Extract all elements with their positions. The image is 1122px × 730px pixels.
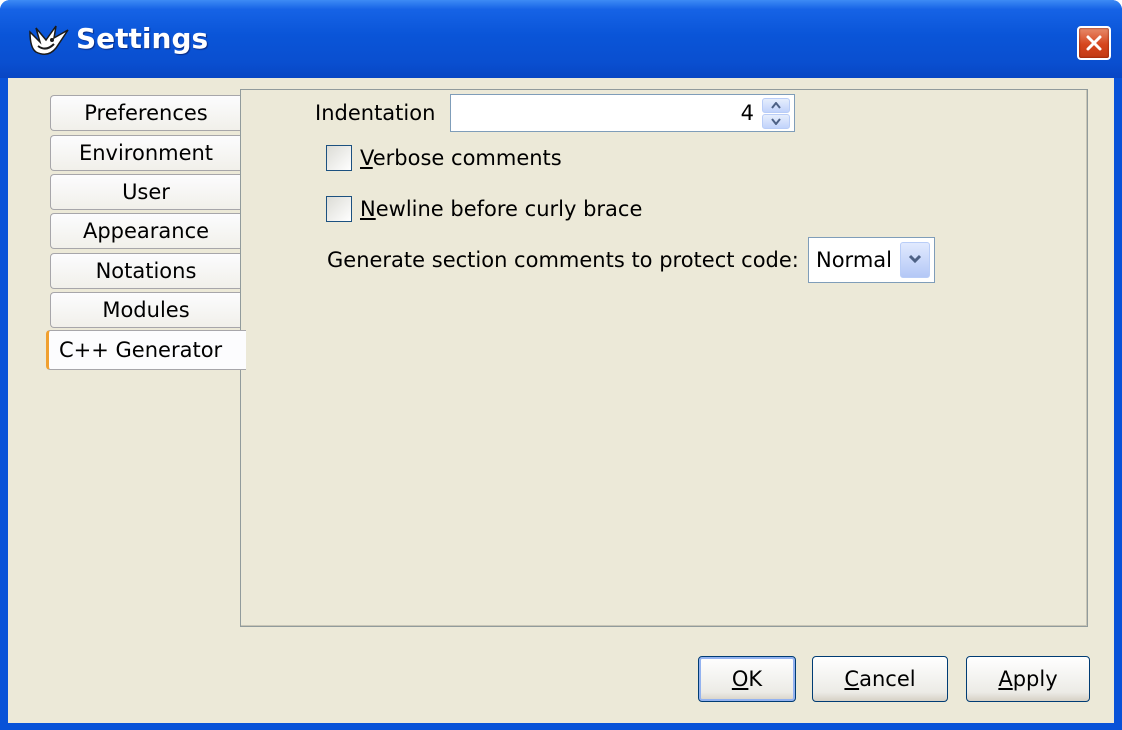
close-button[interactable] xyxy=(1077,26,1111,60)
tab-modules[interactable]: Modules xyxy=(50,292,241,328)
dropdown-button[interactable] xyxy=(900,242,930,278)
tab-label: Modules xyxy=(102,298,190,322)
tab-appearance[interactable]: Appearance xyxy=(50,213,241,249)
tab-user[interactable]: User xyxy=(50,174,241,210)
chevron-down-icon xyxy=(908,254,922,264)
section-comments-select[interactable]: Normal xyxy=(808,237,935,283)
tab-cpp-generator[interactable]: C++ Generator xyxy=(46,330,246,370)
indentation-label: Indentation xyxy=(315,101,436,125)
tab-label: Preferences xyxy=(84,101,208,125)
tab-notations[interactable]: Notations xyxy=(50,253,241,289)
tab-label: Environment xyxy=(78,141,214,165)
ok-button[interactable]: OK xyxy=(698,656,796,702)
tab-label: C++ Generator xyxy=(59,338,223,362)
newline-brace-checkbox[interactable] xyxy=(326,196,352,222)
spin-up-button[interactable] xyxy=(762,98,790,113)
verbose-comments-checkbox[interactable] xyxy=(326,145,352,171)
tab-label: User xyxy=(122,180,170,204)
section-comments-label: Generate section comments to protect cod… xyxy=(327,248,799,272)
tab-preferences[interactable]: Preferences xyxy=(50,95,241,131)
newline-brace-label[interactable]: Newline before curly brace xyxy=(360,197,642,221)
cancel-button[interactable]: Cancel xyxy=(812,656,948,702)
spin-down-button[interactable] xyxy=(762,114,790,129)
tab-environment[interactable]: Environment xyxy=(50,135,241,171)
bird-logo-icon xyxy=(26,22,72,62)
tab-label: Appearance xyxy=(82,219,210,243)
title-bar[interactable]: Settings xyxy=(0,0,1122,78)
arrow-up-icon xyxy=(771,102,781,109)
tab-label: Notations xyxy=(95,259,197,283)
section-comments-value: Normal xyxy=(816,248,892,272)
verbose-comments-label[interactable]: Verbose comments xyxy=(360,146,562,170)
indentation-spinner[interactable]: 4 xyxy=(450,94,795,132)
apply-button[interactable]: Apply xyxy=(966,656,1090,702)
window-title: Settings xyxy=(76,22,209,55)
arrow-down-icon xyxy=(771,118,781,125)
indentation-value: 4 xyxy=(740,101,754,125)
close-icon xyxy=(1086,35,1102,51)
